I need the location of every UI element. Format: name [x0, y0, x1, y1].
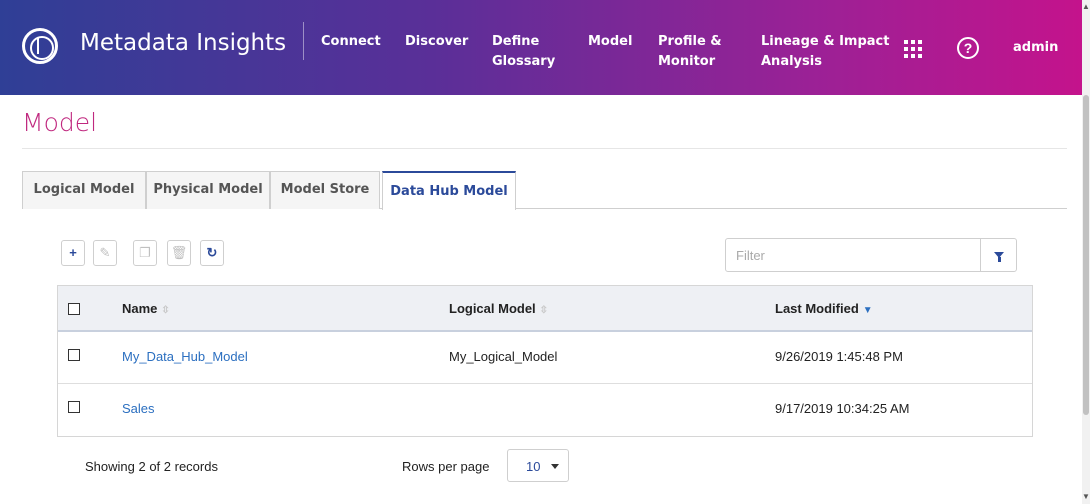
sort-icon[interactable]: ⇳ — [161, 305, 169, 316]
delete-icon: 🗑 — [170, 245, 188, 260]
scrollbar-thumb[interactable] — [1083, 95, 1089, 415]
copy-icon: ❐ — [139, 245, 151, 260]
page-title: Model — [22, 108, 98, 137]
model-name-link[interactable]: Sales — [122, 401, 155, 416]
add-button[interactable]: + — [61, 240, 85, 266]
sort-descending-icon[interactable]: ▼ — [863, 305, 873, 316]
help-icon[interactable]: ? — [957, 37, 979, 59]
column-header-last-modified[interactable]: Last Modified ▼ — [775, 301, 873, 316]
sort-icon[interactable]: ⇳ — [540, 305, 548, 316]
nav-discover[interactable]: Discover — [405, 32, 468, 52]
nav-connect[interactable]: Connect — [321, 32, 381, 52]
refresh-icon: ↻ — [206, 245, 218, 260]
scroll-down-icon[interactable]: ▼ — [1082, 492, 1090, 501]
refresh-button[interactable]: ↻ — [200, 240, 224, 266]
filter-input[interactable] — [725, 238, 981, 272]
nav-lineage-impact-analysis[interactable]: Lineage & Impact Analysis — [761, 32, 889, 72]
column-name-label: Name — [122, 301, 158, 316]
nav-model[interactable]: Model — [588, 32, 632, 52]
column-last-modified-label: Last Modified — [775, 301, 859, 316]
user-menu[interactable]: admin — [1013, 40, 1058, 55]
app-logo-icon[interactable] — [22, 28, 58, 64]
app-title[interactable]: Metadata Insights — [80, 30, 286, 56]
copy-button[interactable]: ❐ — [133, 240, 157, 266]
edit-button[interactable]: ✎ — [93, 240, 117, 266]
select-all-checkbox[interactable] — [68, 303, 80, 315]
delete-button[interactable]: 🗑 — [167, 240, 191, 266]
tab-logical-model[interactable]: Logical Model — [22, 171, 146, 209]
nav-profile-monitor[interactable]: Profile & Monitor — [658, 32, 722, 72]
last-modified-cell: 9/26/2019 1:45:48 PM — [775, 349, 903, 364]
header-divider — [303, 22, 304, 60]
filter-icon-stem — [998, 257, 1001, 262]
rows-per-page-select[interactable]: 10 — [507, 449, 569, 482]
logical-model-cell: My_Logical_Model — [449, 349, 558, 364]
nav-define-glossary[interactable]: Define Glossary — [492, 32, 555, 72]
column-logical-model-label: Logical Model — [449, 301, 536, 316]
apps-grid-icon[interactable] — [904, 40, 922, 58]
add-icon: + — [69, 245, 77, 260]
row-checkbox[interactable] — [68, 401, 80, 413]
column-header-logical-model[interactable]: Logical Model ⇳ — [449, 301, 548, 316]
last-modified-cell: 9/17/2019 10:34:25 AM — [775, 401, 910, 416]
table-row[interactable]: Sales 9/17/2019 10:34:25 AM — [58, 384, 1032, 436]
rows-per-page-label: Rows per page — [402, 459, 490, 474]
scroll-up-icon[interactable]: ▲ — [1082, 2, 1090, 11]
records-count: Showing 2 of 2 records — [85, 459, 218, 474]
table-row[interactable]: My_Data_Hub_Model My_Logical_Model 9/26/… — [58, 332, 1032, 384]
row-checkbox[interactable] — [68, 349, 80, 361]
rows-per-page-value: 10 — [526, 459, 541, 474]
tab-data-hub-model[interactable]: Data Hub Model — [382, 171, 516, 210]
app-header: Metadata Insights Connect Discover Defin… — [0, 0, 1082, 95]
table-header: Name ⇳ Logical Model ⇳ Last Modified ▼ — [58, 286, 1032, 332]
tab-model-store[interactable]: Model Store — [270, 171, 380, 209]
column-header-name[interactable]: Name ⇳ — [122, 301, 170, 316]
tab-physical-model[interactable]: Physical Model — [146, 171, 270, 209]
chevron-down-icon — [551, 464, 559, 469]
title-divider — [22, 148, 1067, 149]
data-hub-model-table: Name ⇳ Logical Model ⇳ Last Modified ▼ My_D… — [57, 285, 1033, 437]
filter-button[interactable] — [980, 238, 1017, 272]
model-name-link[interactable]: My_Data_Hub_Model — [122, 349, 248, 364]
edit-icon: ✎ — [99, 245, 111, 260]
